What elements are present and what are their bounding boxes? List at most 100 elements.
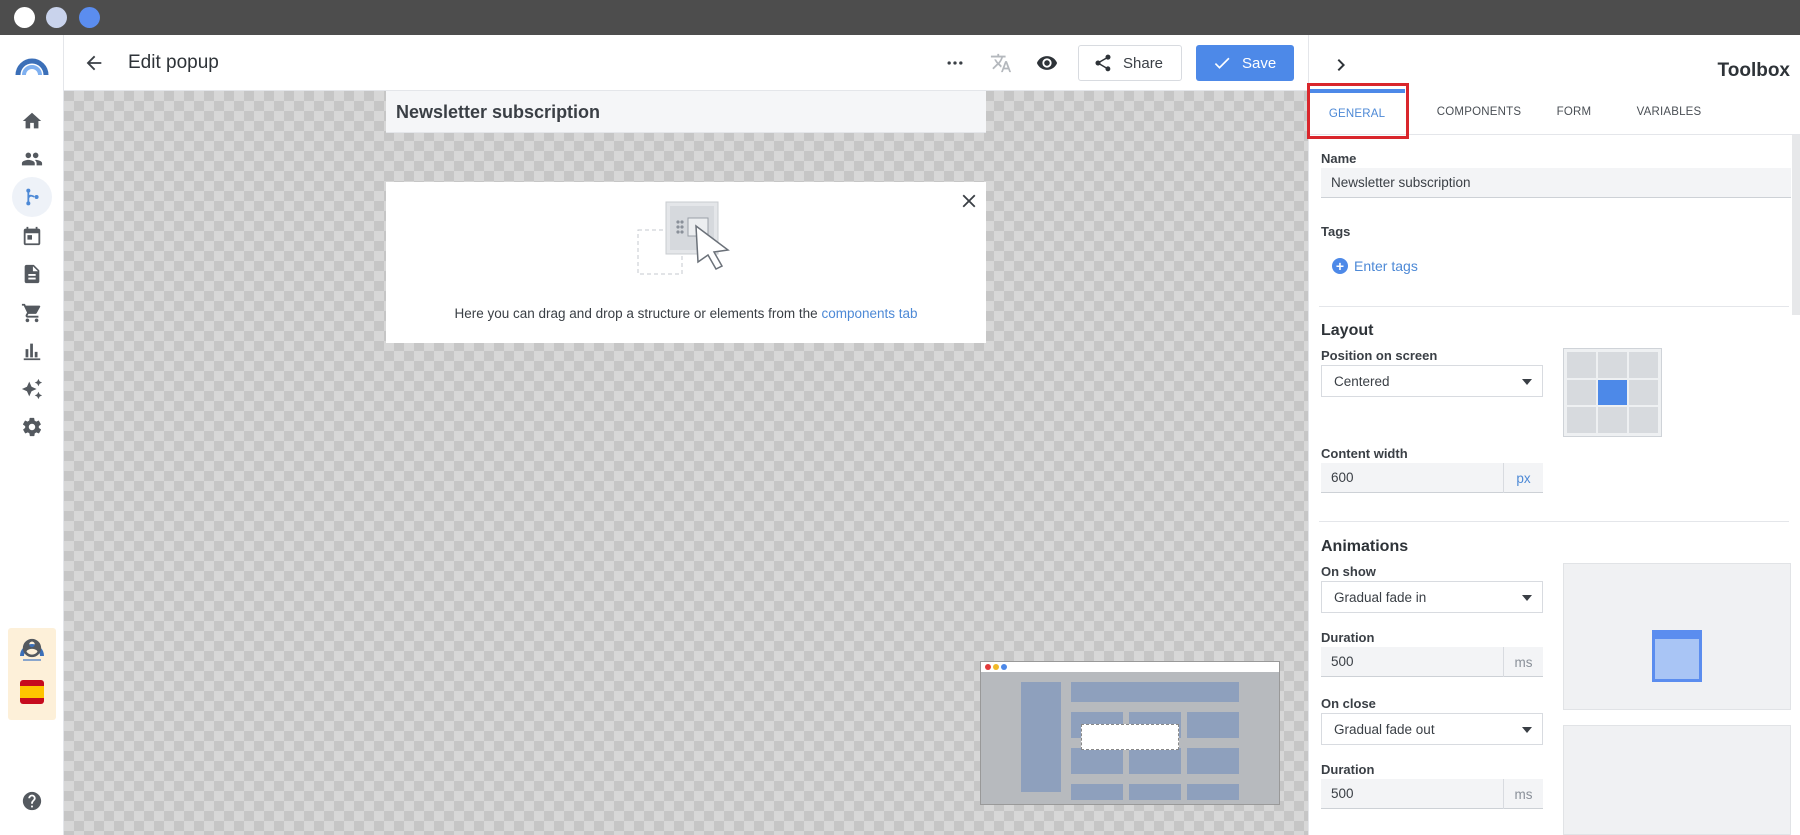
tab-form[interactable]: FORM bbox=[1534, 89, 1614, 135]
position-cell[interactable] bbox=[1598, 407, 1627, 433]
divider bbox=[1319, 521, 1789, 522]
on-close-select[interactable]: Gradual fade out bbox=[1321, 713, 1543, 745]
popup-header: Newsletter subscription bbox=[386, 91, 986, 133]
position-cell[interactable] bbox=[1567, 352, 1596, 378]
content-width-unit[interactable]: px bbox=[1503, 463, 1543, 493]
caret-down-icon bbox=[1522, 727, 1532, 733]
on-show-duration-field[interactable]: 500 ms bbox=[1321, 647, 1543, 677]
animations-title: Animations bbox=[1321, 538, 1409, 555]
on-show-select[interactable]: Gradual fade in bbox=[1321, 581, 1543, 613]
preview-eye-icon[interactable] bbox=[1033, 49, 1061, 77]
position-select[interactable]: Centered bbox=[1321, 365, 1543, 397]
cart-icon[interactable] bbox=[18, 299, 46, 327]
help-icon[interactable] bbox=[18, 787, 46, 815]
contacts-icon[interactable] bbox=[18, 145, 46, 173]
plus-circle-icon: + bbox=[1332, 258, 1348, 274]
position-label: Position on screen bbox=[1321, 348, 1438, 363]
on-close-label: On close bbox=[1321, 696, 1376, 711]
translate-icon[interactable] bbox=[987, 49, 1015, 77]
back-arrow-icon[interactable] bbox=[80, 49, 108, 77]
more-options-icon[interactable] bbox=[941, 49, 969, 77]
duration-label: Duration bbox=[1321, 630, 1375, 645]
drop-hint-text-main: Here you can drag and drop a structure o… bbox=[454, 306, 822, 321]
popup-name: Newsletter subscription bbox=[396, 102, 601, 122]
on-show-animation-preview bbox=[1563, 563, 1791, 710]
duration-unit: ms bbox=[1503, 779, 1543, 809]
window-titlebar bbox=[0, 0, 1800, 35]
minimap[interactable] bbox=[980, 661, 1280, 805]
on-show-label: On show bbox=[1321, 564, 1376, 579]
calendar-icon[interactable] bbox=[18, 222, 46, 250]
caret-down-icon bbox=[1522, 595, 1532, 601]
document-icon[interactable] bbox=[18, 260, 46, 288]
position-select-value: Centered bbox=[1334, 374, 1390, 389]
drop-hint-text: Here you can drag and drop a structure o… bbox=[386, 306, 986, 321]
tab-variables[interactable]: VARIABLES bbox=[1614, 89, 1724, 135]
on-close-select-value: Gradual fade out bbox=[1334, 722, 1435, 737]
components-tab-link[interactable]: components tab bbox=[821, 306, 917, 321]
layout-title: Layout bbox=[1321, 322, 1374, 339]
position-cell[interactable] bbox=[1629, 407, 1658, 433]
caret-down-icon bbox=[1522, 379, 1532, 385]
tab-components[interactable]: COMPONENTS bbox=[1424, 89, 1534, 135]
spain-flag-icon[interactable] bbox=[20, 680, 44, 704]
page-title: Edit popup bbox=[128, 52, 219, 73]
chevron-right-icon[interactable] bbox=[1329, 53, 1353, 77]
on-close-animation-preview bbox=[1563, 725, 1791, 835]
analytics-icon[interactable] bbox=[18, 337, 46, 365]
window-maximize-dot[interactable] bbox=[79, 7, 100, 28]
share-button[interactable]: Share bbox=[1078, 45, 1182, 81]
divider bbox=[1319, 306, 1789, 307]
on-close-duration-value: 500 bbox=[1331, 786, 1354, 801]
position-cell[interactable] bbox=[1629, 379, 1658, 406]
enter-tags-label: Enter tags bbox=[1354, 258, 1418, 274]
top-bar: Edit popup Share Save bbox=[64, 35, 1308, 91]
position-cell[interactable] bbox=[1567, 379, 1596, 406]
editor-canvas[interactable]: Newsletter subscription Here you can dra… bbox=[64, 91, 1308, 835]
tab-highlight-box bbox=[1307, 83, 1409, 139]
position-cell[interactable] bbox=[1629, 352, 1658, 378]
enter-tags-button[interactable]: + Enter tags bbox=[1332, 258, 1418, 274]
duration-unit: ms bbox=[1503, 647, 1543, 677]
content-width-value: 600 bbox=[1331, 470, 1354, 485]
position-grid[interactable] bbox=[1563, 348, 1662, 437]
position-cell[interactable] bbox=[1598, 352, 1627, 378]
sparkles-icon[interactable] bbox=[18, 375, 46, 403]
duration-label: Duration bbox=[1321, 762, 1375, 777]
minimap-browser-bar bbox=[981, 662, 1279, 672]
window-minimize-dot[interactable] bbox=[46, 7, 67, 28]
sidebar bbox=[0, 35, 64, 835]
toolbox-scrollbar[interactable] bbox=[1792, 135, 1800, 315]
share-icon bbox=[1095, 54, 1111, 72]
save-button[interactable]: Save bbox=[1196, 45, 1294, 81]
content-width-field[interactable]: 600 px bbox=[1321, 463, 1543, 493]
check-icon bbox=[1214, 57, 1230, 69]
tab-form-label: FORM bbox=[1556, 106, 1592, 118]
toolbox-title: Toolbox bbox=[1717, 60, 1790, 81]
name-field[interactable]: Newsletter subscription bbox=[1321, 168, 1791, 198]
content-width-label: Content width bbox=[1321, 446, 1408, 461]
tab-components-label: COMPONENTS bbox=[1436, 106, 1522, 118]
on-close-duration-field[interactable]: 500 ms bbox=[1321, 779, 1543, 809]
home-icon[interactable] bbox=[18, 107, 46, 135]
share-label: Share bbox=[1123, 54, 1164, 72]
name-label: Name bbox=[1321, 151, 1357, 166]
minimap-popup-position bbox=[1081, 724, 1179, 750]
drag-drop-illustration-icon bbox=[637, 201, 730, 275]
save-label: Save bbox=[1242, 54, 1277, 72]
position-cell-center[interactable] bbox=[1598, 379, 1627, 406]
on-show-duration-value: 500 bbox=[1331, 654, 1354, 669]
account-icon[interactable] bbox=[18, 634, 46, 662]
automation-icon[interactable] bbox=[12, 177, 52, 217]
window-close-dot[interactable] bbox=[14, 7, 35, 28]
popup-window-icon bbox=[1652, 630, 1702, 682]
toolbox-panel: Toolbox GENERAL COMPONENTS FORM VARIABLE… bbox=[1307, 35, 1800, 835]
tab-variables-label: VARIABLES bbox=[1636, 106, 1702, 118]
position-cell[interactable] bbox=[1567, 407, 1596, 433]
toolbox-tabs: GENERAL COMPONENTS FORM VARIABLES bbox=[1307, 83, 1800, 139]
on-show-select-value: Gradual fade in bbox=[1334, 590, 1427, 605]
app-logo-icon[interactable] bbox=[14, 49, 50, 85]
popup-dropzone[interactable]: Here you can drag and drop a structure o… bbox=[386, 182, 986, 343]
close-icon[interactable] bbox=[958, 190, 980, 212]
settings-icon[interactable] bbox=[18, 413, 46, 441]
